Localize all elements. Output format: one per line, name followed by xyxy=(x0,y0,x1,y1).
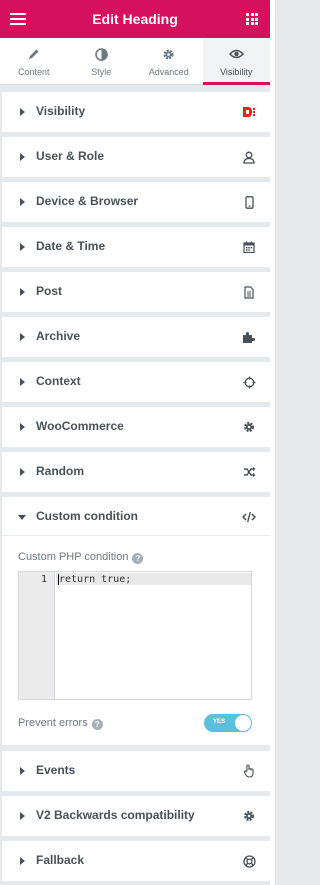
tab-style[interactable]: Style xyxy=(68,38,136,84)
panel-title: Edit Heading xyxy=(92,11,178,27)
php-code-editor[interactable]: 1 return true; xyxy=(18,571,252,700)
section-label: Post xyxy=(36,284,63,298)
caret-right-icon xyxy=(20,857,25,865)
code-text[interactable]: return true; xyxy=(59,574,131,585)
section-archive[interactable]: Archive xyxy=(2,317,270,357)
gear-icon xyxy=(135,48,203,62)
lifebuoy-icon xyxy=(242,854,256,868)
document-icon xyxy=(242,285,256,299)
line-number: 1 xyxy=(40,574,47,585)
panel-header: Edit Heading xyxy=(0,0,270,38)
section-fallback[interactable]: Fallback xyxy=(2,841,270,881)
section-label: Context xyxy=(36,374,81,388)
caret-right-icon xyxy=(20,812,25,820)
user-icon xyxy=(242,150,256,164)
caret-right-icon xyxy=(20,423,25,431)
half-circle-icon xyxy=(68,48,136,62)
toggle-text: YES xyxy=(213,719,226,725)
custom-condition-panel: Custom PHP condition? 1 return true; Pre… xyxy=(2,535,270,745)
section-label: WooCommerce xyxy=(36,419,124,433)
section-device-browser[interactable]: Device & Browser xyxy=(2,182,270,222)
caret-right-icon xyxy=(20,333,25,341)
editor-gutter: 1 xyxy=(19,572,55,699)
help-icon[interactable]: ? xyxy=(91,719,103,730)
section-random[interactable]: Random xyxy=(2,452,270,492)
caret-right-icon xyxy=(20,288,25,296)
section-label: Fallback xyxy=(36,853,85,867)
caret-right-icon xyxy=(20,108,25,116)
section-label: Custom condition xyxy=(36,509,138,523)
section-label: Date & Time xyxy=(36,239,106,253)
calendar-icon xyxy=(242,240,256,254)
section-woocommerce[interactable]: WooCommerce xyxy=(2,407,270,447)
prevent-errors-label: Prevent errors? xyxy=(18,717,103,730)
caret-down-icon xyxy=(18,515,26,520)
caret-right-icon xyxy=(20,468,25,476)
section-events[interactable]: Events xyxy=(2,751,270,791)
section-context[interactable]: Context xyxy=(2,362,270,402)
section-user-role[interactable]: User & Role xyxy=(2,137,270,177)
caret-right-icon xyxy=(20,243,25,251)
section-label: V2 Backwards compatibility xyxy=(36,808,195,822)
toggle-knob xyxy=(235,715,251,731)
section-label: User & Role xyxy=(36,149,105,163)
tab-label: Content xyxy=(17,67,50,77)
hand-pointer-icon xyxy=(242,764,256,778)
panel-tabs: Content Style Advanced Visibility xyxy=(0,38,270,85)
shuffle-icon xyxy=(242,465,256,479)
tab-visibility[interactable]: Visibility xyxy=(202,38,271,85)
pencil-icon xyxy=(0,48,68,62)
panel-edge xyxy=(270,0,275,885)
section-post[interactable]: Post xyxy=(2,272,270,312)
caret-right-icon xyxy=(20,767,25,775)
tab-label: Advanced xyxy=(148,67,189,77)
visibility-logo-icon xyxy=(242,105,256,119)
tab-label: Visibility xyxy=(220,67,253,77)
tab-label: Style xyxy=(91,67,112,77)
prevent-errors-toggle[interactable]: YES xyxy=(204,714,252,732)
section-visibility[interactable]: Visibility xyxy=(2,92,270,132)
section-date-time[interactable]: Date & Time xyxy=(2,227,270,267)
code-icon xyxy=(242,510,256,524)
caret-right-icon xyxy=(20,198,25,206)
tab-content[interactable]: Content xyxy=(0,38,68,84)
caret-right-icon xyxy=(20,153,25,161)
section-label: Archive xyxy=(36,329,81,343)
mobile-icon xyxy=(242,195,256,209)
puzzle-icon xyxy=(242,330,256,344)
section-custom-condition[interactable]: Custom condition xyxy=(2,497,270,535)
section-label: Visibility xyxy=(36,104,86,118)
section-label: Device & Browser xyxy=(36,194,139,208)
section-label: Events xyxy=(36,763,76,777)
tab-advanced[interactable]: Advanced xyxy=(135,38,203,84)
php-condition-label: Custom PHP condition? xyxy=(18,551,144,564)
crosshair-icon xyxy=(242,375,256,389)
caret-right-icon xyxy=(20,378,25,386)
eye-icon xyxy=(203,48,271,62)
help-icon[interactable]: ? xyxy=(132,553,144,564)
gear-icon xyxy=(242,809,256,823)
section-v2-backwards[interactable]: V2 Backwards compatibility xyxy=(2,796,270,836)
section-label: Random xyxy=(36,464,84,478)
widgets-grid-icon[interactable] xyxy=(246,13,258,25)
gear-icon xyxy=(242,420,256,434)
